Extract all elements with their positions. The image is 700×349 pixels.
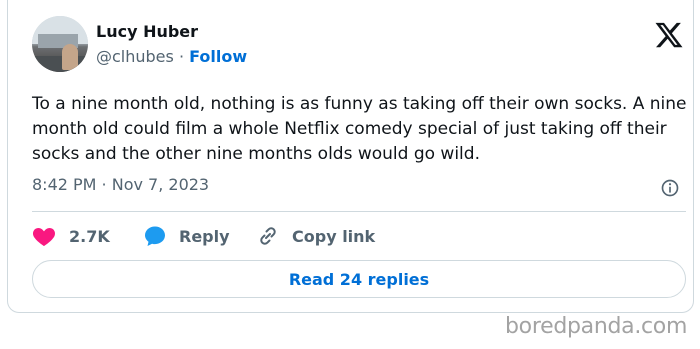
- tweet-text: To a nine month old, nothing is as funny…: [32, 94, 687, 164]
- author-name[interactable]: Lucy Huber: [96, 22, 198, 41]
- read-replies-button[interactable]: Read 24 replies: [32, 260, 686, 298]
- heart-icon: [32, 228, 56, 246]
- follow-button[interactable]: Follow: [189, 47, 247, 66]
- reply-label: Reply: [179, 226, 230, 246]
- tweet-timestamp[interactable]: 8:42 PM · Nov 7, 2023: [32, 175, 209, 194]
- avatar[interactable]: [32, 16, 88, 72]
- like-button[interactable]: 2.7K: [32, 223, 110, 249]
- x-logo-icon[interactable]: [653, 20, 685, 50]
- link-icon: [260, 227, 276, 245]
- info-icon[interactable]: [660, 178, 680, 198]
- watermark: boredpanda.com: [505, 314, 688, 339]
- reply-button[interactable]: Reply: [143, 223, 230, 249]
- reply-bubble-icon: [145, 226, 165, 246]
- divider: [32, 211, 686, 212]
- copy-link-label: Copy link: [292, 226, 376, 246]
- copy-link-button[interactable]: Copy link: [256, 223, 375, 249]
- handle-separator: ·: [178, 47, 185, 66]
- author-handle[interactable]: @clhubes: [96, 47, 174, 66]
- tweet-card: Lucy Huber @clhubes · Follow To a nine m…: [7, 0, 694, 313]
- like-count: 2.7K: [69, 226, 110, 246]
- author-handle-row: @clhubes · Follow: [96, 47, 247, 66]
